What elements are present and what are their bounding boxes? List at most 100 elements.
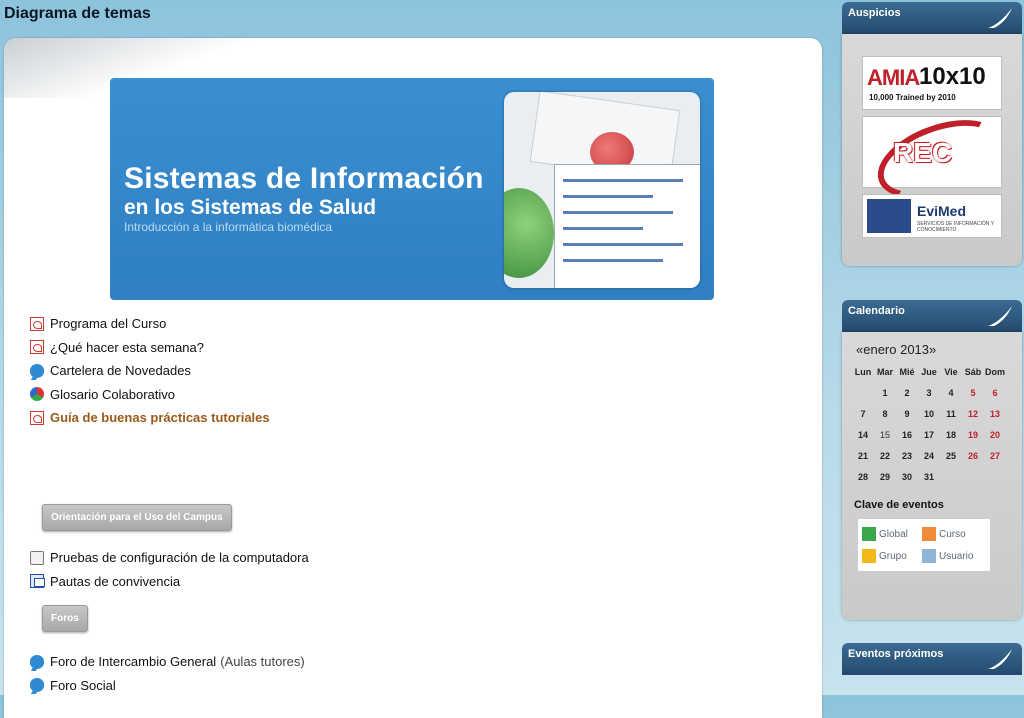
- legend-curso[interactable]: Curso: [922, 527, 982, 541]
- calendar-day[interactable]: 24: [918, 445, 940, 466]
- legend-global[interactable]: Global: [862, 527, 922, 541]
- calendar-day[interactable]: 8: [874, 403, 896, 424]
- calendar-day[interactable]: 14: [852, 424, 874, 445]
- orientation-list: Pruebas de configuración de la computado…: [30, 546, 309, 593]
- calendar-day[interactable]: 20: [984, 424, 1006, 445]
- page-title: Diagrama de temas: [4, 5, 151, 22]
- calendar-block: Calendario «enero 2013» Lun Mar Mié Jue …: [842, 300, 1022, 620]
- sponsor-ami-10x10[interactable]: AMIA 10x10 10,000 Trained by 2010: [862, 56, 1002, 110]
- calendar-day[interactable]: 21: [852, 445, 874, 466]
- link-label[interactable]: Cartelera de Novedades: [50, 363, 191, 378]
- calendar-day[interactable]: 16: [896, 424, 918, 445]
- link-cartelera-novedades[interactable]: Cartelera de Novedades: [30, 359, 270, 383]
- link-label[interactable]: Foro de Intercambio General: [50, 654, 216, 669]
- calendar-body: «enero 2013» Lun Mar Mié Jue Vie Sáb Dom…: [842, 332, 1022, 620]
- link-programa-curso[interactable]: Programa del Curso: [30, 312, 270, 336]
- calendar-day[interactable]: 25: [940, 445, 962, 466]
- calendar-day[interactable]: 29: [874, 466, 896, 487]
- link-label[interactable]: Glosario Colaborativo: [50, 387, 175, 402]
- forum-icon: [30, 654, 44, 669]
- events-legend: Global Curso Grupo Usuario: [858, 519, 990, 571]
- calendar-grid: Lun Mar Mié Jue Vie Sáb Dom 1 2 3 4 5 6 …: [852, 361, 1006, 487]
- evimed-tagline: SERVICIOS DE INFORMACIÓN Y CONOCIMIENTO: [917, 221, 994, 233]
- legend-label: Usuario: [939, 550, 974, 562]
- calendar-month-nav[interactable]: «enero 2013»: [856, 342, 1012, 357]
- banner-illustration: [504, 92, 700, 288]
- course-banner: Sistemas de Información en los Sistemas …: [110, 78, 714, 300]
- calendar-day-today[interactable]: 15: [874, 424, 896, 445]
- calendar-day[interactable]: 9: [896, 403, 918, 424]
- calendar-day[interactable]: 23: [896, 445, 918, 466]
- link-guia-buenas-practicas[interactable]: Guía de buenas prácticas tutoriales: [30, 406, 270, 430]
- link-label[interactable]: Foro Social: [50, 678, 116, 693]
- calendar-day[interactable]: 26: [962, 445, 984, 466]
- calendar-day[interactable]: 13: [984, 403, 1006, 424]
- calendar-day[interactable]: 28: [852, 466, 874, 487]
- weekday-label: Sáb: [964, 366, 982, 377]
- calendar-day: [962, 466, 984, 487]
- ami-tagline: 10,000 Trained by 2010: [869, 93, 956, 102]
- calendar-day[interactable]: 4: [940, 382, 962, 403]
- pdf-icon: [30, 316, 44, 331]
- sponsors-body: AMIA 10x10 10,000 Trained by 2010 REC Ev…: [842, 34, 1022, 266]
- link-pruebas-configuracion[interactable]: Pruebas de configuración de la computado…: [30, 546, 309, 570]
- banner-tagline: Introducción a la informática biomédica: [124, 220, 333, 234]
- link-glosario-colaborativo[interactable]: Glosario Colaborativo: [30, 383, 270, 407]
- link-que-hacer-semana[interactable]: ¿Qué hacer esta semana?: [30, 336, 270, 360]
- link-label[interactable]: Pruebas de configuración de la computado…: [50, 550, 309, 565]
- legend-usuario[interactable]: Usuario: [922, 549, 982, 563]
- calendar-day[interactable]: 18: [940, 424, 962, 445]
- sponsor-rec[interactable]: REC: [862, 104, 1013, 214]
- forum-icon: [30, 363, 44, 378]
- legend-label: Global: [879, 528, 908, 540]
- calendar-day[interactable]: 31: [918, 466, 940, 487]
- weekday-label: Lun: [854, 366, 872, 377]
- glossary-icon: [30, 387, 44, 402]
- sponsors-header: Auspicios: [842, 2, 1022, 34]
- calendar-day[interactable]: 5: [962, 382, 984, 403]
- foros-section-button[interactable]: Foros: [42, 605, 88, 632]
- calendar-day[interactable]: 10: [918, 403, 940, 424]
- upcoming-events-block: Eventos próximos: [842, 643, 1022, 675]
- banner-title: Sistemas de Información: [124, 162, 484, 195]
- resource-list: Programa del Curso ¿Qué hacer esta seman…: [30, 312, 270, 430]
- events-key-title: Clave de eventos: [854, 499, 944, 511]
- calendar-day[interactable]: 1: [874, 382, 896, 403]
- link-label[interactable]: Guía de buenas prácticas tutoriales: [50, 410, 270, 425]
- legend-grupo[interactable]: Grupo: [862, 549, 922, 563]
- evimed-logo-text: EviMed: [917, 203, 967, 219]
- calendar-title: Calendario: [848, 305, 905, 317]
- upcoming-events-header: Eventos próximos: [842, 643, 1022, 675]
- calendar-day[interactable]: 2: [896, 382, 918, 403]
- calendar-day[interactable]: 30: [896, 466, 918, 487]
- calendar-day[interactable]: 11: [940, 403, 962, 424]
- weekday-label: Vie: [944, 366, 958, 377]
- pdf-icon: [30, 410, 44, 425]
- calendar-day[interactable]: 19: [962, 424, 984, 445]
- calendar-header: Calendario: [842, 300, 1022, 332]
- forum-icon: [30, 678, 44, 693]
- link-label[interactable]: ¿Qué hacer esta semana?: [50, 340, 204, 355]
- link-foro-social[interactable]: Foro Social: [30, 674, 305, 698]
- link-pautas-convivencia[interactable]: Pautas de convivencia: [30, 570, 309, 594]
- calendar-day: [940, 466, 962, 487]
- upcoming-events-title: Eventos próximos: [848, 648, 944, 660]
- sponsor-evimed[interactable]: EviMed SERVICIOS DE INFORMACIÓN Y CONOCI…: [862, 194, 1002, 238]
- global-event-icon: [862, 527, 876, 541]
- calendar-day[interactable]: 7: [852, 403, 874, 424]
- calendar-day[interactable]: 3: [918, 382, 940, 403]
- weekday-label: Dom: [985, 366, 1005, 377]
- sponsors-block: Auspicios AMIA 10x10 10,000 Trained by 2…: [842, 2, 1022, 266]
- link-foro-intercambio[interactable]: Foro de Intercambio General (Aulas tutor…: [30, 650, 305, 674]
- legend-label: Curso: [939, 528, 966, 540]
- link-label[interactable]: Pautas de convivencia: [50, 574, 180, 589]
- calendar-day[interactable]: 6: [984, 382, 1006, 403]
- calendar-day[interactable]: 22: [874, 445, 896, 466]
- calendar-day[interactable]: 12: [962, 403, 984, 424]
- link-label[interactable]: Programa del Curso: [50, 316, 166, 331]
- course-event-icon: [922, 527, 936, 541]
- banner-subtitle: en los Sistemas de Salud: [124, 196, 377, 219]
- orientation-section-button[interactable]: Orientación para el Uso del Campus: [42, 504, 232, 531]
- calendar-day[interactable]: 17: [918, 424, 940, 445]
- calendar-day[interactable]: 27: [984, 445, 1006, 466]
